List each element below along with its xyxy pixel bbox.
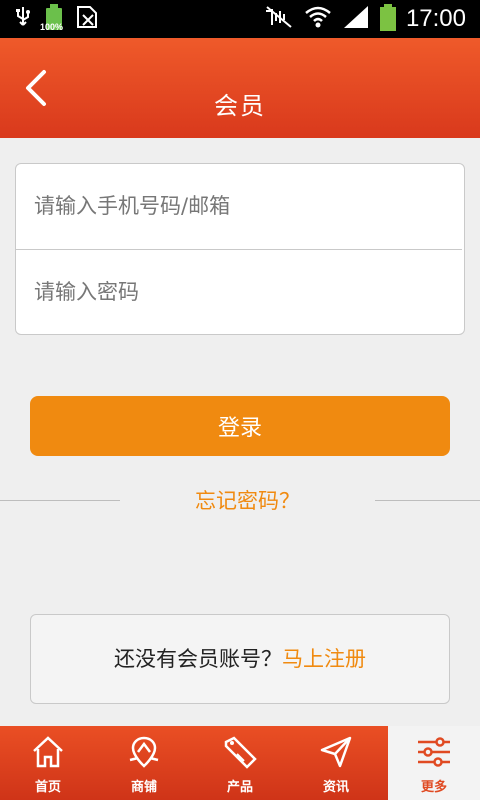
divider-right [375, 500, 480, 501]
register-prompt-box: 还没有会员账号？马上注册 [30, 614, 450, 704]
wifi-icon [304, 4, 332, 34]
tab-shop[interactable]: 商铺 [96, 726, 192, 800]
status-time: 17:00 [405, 5, 466, 32]
usb-icon [14, 5, 32, 33]
login-form [15, 163, 465, 335]
page-title: 会员 [214, 92, 266, 120]
password-input[interactable] [16, 250, 464, 334]
status-bar: 100% 17:00 [0, 0, 480, 38]
sim-icon [76, 5, 98, 33]
tab-home[interactable]: 首页 [0, 726, 96, 800]
sliders-icon [418, 737, 450, 767]
tab-label: 首页 [34, 780, 61, 795]
paper-plane-icon [320, 736, 352, 768]
battery-icon [379, 4, 396, 31]
tab-products[interactable]: 产品 [192, 726, 288, 800]
account-input[interactable] [16, 164, 464, 248]
divider-left [0, 500, 120, 501]
signal-icon [342, 4, 370, 34]
shop-icon [129, 736, 159, 768]
app-header: 会员 [0, 38, 480, 138]
tab-label: 更多 [420, 780, 447, 795]
mute-icon [264, 5, 294, 33]
bottom-tab-bar: 首页 商铺 产品 资讯 更多 [0, 726, 480, 800]
forgot-password-link[interactable]: 忘记密码？ [120, 486, 375, 516]
status-right: 17:00 [264, 4, 466, 34]
home-icon [33, 736, 63, 768]
tab-news[interactable]: 资讯 [288, 726, 384, 800]
tab-label: 商铺 [130, 780, 157, 795]
status-left: 100% [14, 4, 98, 33]
battery-icon: 100% [40, 4, 63, 32]
tab-label: 产品 [226, 780, 253, 795]
battery-percent: 100% [40, 22, 64, 32]
tab-more[interactable]: 更多 [388, 726, 480, 800]
tab-label: 资讯 [322, 780, 349, 795]
register-prompt-text: 还没有会员账号？ [114, 647, 282, 671]
sale-tag-icon [224, 736, 257, 769]
register-link[interactable]: 马上注册 [282, 647, 366, 671]
login-button[interactable]: 登录 [30, 396, 450, 456]
